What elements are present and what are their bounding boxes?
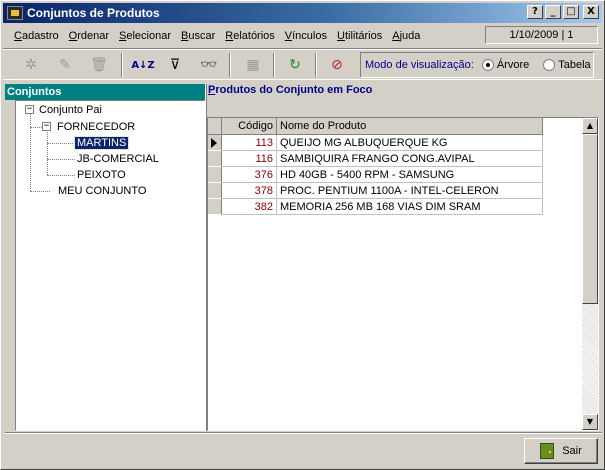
tree-connector <box>47 130 48 175</box>
window-title: Conjuntos de Produtos <box>27 6 160 20</box>
row-indicator <box>208 199 222 215</box>
tree-node-conjunto-pai[interactable]: Conjunto Pai <box>39 103 102 117</box>
menu-vinculos[interactable]: Vínculos <box>280 30 332 42</box>
radio-arvore-label[interactable]: Árvore <box>497 59 529 71</box>
column-header-nome[interactable]: Nome do Produto <box>277 118 543 135</box>
date-session-status: 1/10/2009 | 1 <box>485 26 598 44</box>
row-indicator <box>208 151 222 167</box>
refresh-icon[interactable]: ↻ <box>281 53 309 77</box>
tree-header: Conjuntos <box>5 84 205 100</box>
tree-node-jb-comercial[interactable]: JB-COMERCIAL <box>77 152 159 166</box>
scroll-thumb[interactable] <box>582 134 598 304</box>
toolbar: ✲ ✎ 🗑 A↓Z ⊽ 👓 ▦ ↻ ⊘ Modo de visualização… <box>3 48 602 80</box>
cell-nome[interactable]: MEMORIA 256 MB 168 VIAS DIM SRAM <box>277 199 543 215</box>
help-button[interactable]: ? <box>527 5 543 19</box>
exit-button-label: Sair <box>562 445 582 457</box>
clear-icon[interactable]: ⊘ <box>323 53 351 77</box>
cell-codigo[interactable]: 113 <box>222 135 277 151</box>
maximize-button[interactable]: □ <box>563 5 579 19</box>
collapse-icon[interactable]: − <box>25 105 34 114</box>
cell-nome[interactable]: PROC. PENTIUM 1100A - INTEL-CELERON <box>277 183 543 199</box>
cell-codigo[interactable]: 376 <box>222 167 277 183</box>
tree-connector <box>30 113 31 191</box>
tree-node-meu-conjunto[interactable]: MEU CONJUNTO <box>58 184 146 198</box>
products-grid[interactable]: Código Nome do Produto 113 QUEIJO MG ALB… <box>207 117 599 431</box>
menu-ordenar[interactable]: Ordenar <box>64 30 114 42</box>
exit-button[interactable]: Sair <box>524 438 598 464</box>
filter-icon[interactable]: ⊽ <box>161 53 189 77</box>
new-icon[interactable]: ✲ <box>17 53 45 77</box>
tree-node-martins[interactable]: MARTINS <box>73 136 130 150</box>
close-button[interactable]: X <box>583 5 599 19</box>
title-bar[interactable]: Conjuntos de Produtos ? _ □ X <box>3 3 602 23</box>
edit-icon[interactable]: ✎ <box>51 53 79 77</box>
scroll-up-icon[interactable]: ▲ <box>582 118 598 134</box>
tree-connector <box>30 127 42 128</box>
row-indicator-header <box>208 118 222 135</box>
toolbar-separator <box>229 53 231 77</box>
row-indicator <box>208 183 222 199</box>
cell-nome[interactable]: HD 40GB - 5400 RPM - SAMSUNG <box>277 167 543 183</box>
column-header-codigo[interactable]: Código <box>222 118 277 135</box>
menu-relatorios[interactable]: Relatórios <box>220 30 280 42</box>
row-indicator <box>208 167 222 183</box>
tree-node-peixoto[interactable]: PEIXOTO <box>77 168 126 182</box>
view-mode-group: Modo de visualização: Árvore Tabela <box>360 52 594 78</box>
menu-buscar[interactable]: Buscar <box>176 30 220 42</box>
delete-icon[interactable]: 🗑 <box>85 53 113 77</box>
bottom-divider <box>5 432 602 434</box>
tree-connector <box>47 175 75 176</box>
radio-tabela[interactable] <box>543 59 556 71</box>
table-row[interactable]: 113 QUEIJO MG ALBUQUERQUE KG <box>208 135 543 151</box>
grid-header-row: Código Nome do Produto <box>208 118 543 135</box>
cell-codigo[interactable]: 378 <box>222 183 277 199</box>
cell-nome[interactable]: SAMBIQUIRA FRANGO CONG.AVIPAL <box>277 151 543 167</box>
row-indicator <box>208 135 222 151</box>
app-icon <box>7 6 23 20</box>
menu-utilitarios[interactable]: Utilitários <box>332 30 387 42</box>
table-row[interactable]: 376 HD 40GB - 5400 RPM - SAMSUNG <box>208 167 543 183</box>
table-row[interactable]: 116 SAMBIQUIRA FRANGO CONG.AVIPAL <box>208 151 543 167</box>
table-row[interactable]: 382 MEMORIA 256 MB 168 VIAS DIM SRAM <box>208 199 543 215</box>
radio-arvore[interactable] <box>481 59 494 71</box>
tree-connector <box>47 159 75 160</box>
menu-bar: Cadastro Ordenar Selecionar Buscar Relat… <box>3 25 602 47</box>
menu-cadastro[interactable]: Cadastro <box>9 30 64 42</box>
sort-az-icon[interactable]: A↓Z <box>129 53 157 77</box>
view-mode-label: Modo de visualização: <box>365 59 474 71</box>
tree-node-fornecedor[interactable]: FORNECEDOR <box>57 120 135 134</box>
tree-connector <box>47 143 75 144</box>
vertical-scrollbar[interactable]: ▲ ▼ <box>582 118 598 430</box>
page-icon[interactable]: ▦ <box>239 53 267 77</box>
cell-codigo[interactable]: 116 <box>222 151 277 167</box>
tree-connector <box>30 191 50 192</box>
current-row-arrow-icon <box>211 138 217 148</box>
menu-ajuda[interactable]: Ajuda <box>387 30 425 42</box>
toolbar-separator <box>121 53 123 77</box>
menu-selecionar[interactable]: Selecionar <box>114 30 176 42</box>
products-header: Produtos do Conjunto em Foco <box>208 84 373 96</box>
toolbar-separator <box>315 53 317 77</box>
minimize-button[interactable]: _ <box>545 5 561 19</box>
cell-codigo[interactable]: 382 <box>222 199 277 215</box>
main-window: Conjuntos de Produtos ? _ □ X Cadastro O… <box>0 0 605 470</box>
toolbar-separator <box>273 53 275 77</box>
collapse-icon[interactable]: − <box>42 122 51 131</box>
cell-nome[interactable]: QUEIJO MG ALBUQUERQUE KG <box>277 135 543 151</box>
radio-tabela-label[interactable]: Tabela <box>558 59 590 71</box>
binoculars-icon[interactable]: 👓 <box>195 53 223 77</box>
scroll-down-icon[interactable]: ▼ <box>582 414 598 430</box>
door-exit-icon <box>540 443 555 459</box>
table-row[interactable]: 378 PROC. PENTIUM 1100A - INTEL-CELERON <box>208 183 543 199</box>
tree-view[interactable]: − Conjunto Pai − FORNECEDOR MARTINS JB-C… <box>15 100 205 431</box>
